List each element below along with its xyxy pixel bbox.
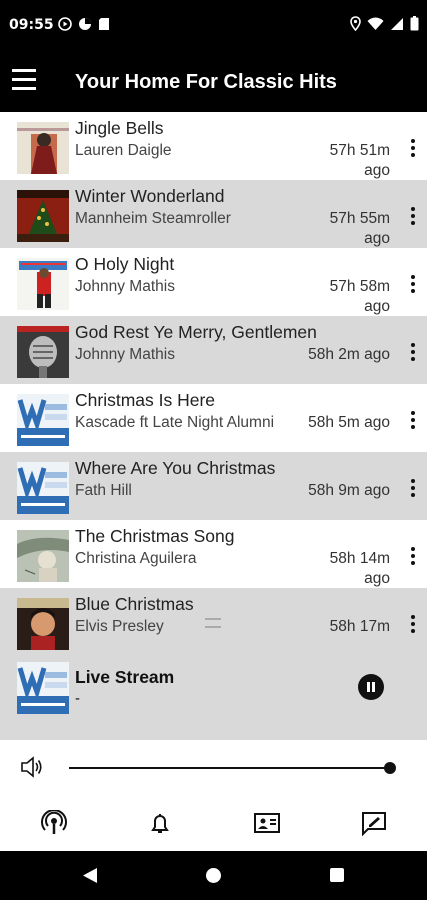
track-artist: Johnny Mathis bbox=[75, 278, 175, 295]
list-item[interactable]: The Christmas Song Christina Aguilera 58… bbox=[0, 520, 427, 588]
played-time: 58h 5m ago bbox=[308, 414, 390, 431]
list-item[interactable]: God Rest Ye Merry, Gentlemen Johnny Math… bbox=[0, 316, 427, 384]
app-bar: Your Home For Classic Hits bbox=[0, 52, 427, 112]
location-icon bbox=[350, 16, 361, 31]
track-title: Blue Christmas bbox=[75, 594, 194, 614]
more-options-icon[interactable] bbox=[410, 275, 416, 293]
track-title: Christmas Is Here bbox=[75, 390, 216, 410]
track-title: Winter Wonderland bbox=[75, 186, 225, 206]
volume-slider-track[interactable] bbox=[69, 767, 391, 769]
played-time: 58h 9m ago bbox=[308, 482, 390, 499]
list-item[interactable]: Jingle Bells Lauren Daigle 57h 51m ago bbox=[0, 112, 427, 180]
data-saver-icon bbox=[79, 18, 91, 30]
track-title: Where Are You Christmas bbox=[75, 458, 276, 478]
station-logo bbox=[17, 394, 69, 446]
home-icon[interactable] bbox=[206, 868, 221, 883]
album-art bbox=[17, 122, 69, 174]
status-bar: 09:55 bbox=[0, 0, 427, 52]
played-time: 57h 55m bbox=[329, 210, 390, 227]
track-artist: Johnny Mathis bbox=[75, 346, 175, 363]
bottom-navigation bbox=[0, 796, 427, 851]
played-time: 58h 14m bbox=[329, 550, 390, 567]
album-art bbox=[17, 258, 69, 310]
track-artist: Christina Aguilera bbox=[75, 550, 197, 567]
more-options-icon[interactable] bbox=[410, 139, 416, 157]
played-time: 58h 2m ago bbox=[308, 346, 390, 363]
recents-icon[interactable] bbox=[330, 868, 344, 882]
track-title: The Christmas Song bbox=[75, 526, 235, 546]
list-item[interactable]: Winter Wonderland Mannheim Steamroller 5… bbox=[0, 180, 427, 248]
more-options-icon[interactable] bbox=[410, 411, 416, 429]
sd-card-icon bbox=[99, 18, 109, 30]
system-navigation-bar bbox=[0, 851, 427, 900]
now-playing-subtitle: - bbox=[75, 690, 80, 707]
app-title: Your Home For Classic Hits bbox=[75, 71, 337, 93]
track-title: O Holy Night bbox=[75, 254, 175, 274]
more-options-icon[interactable] bbox=[410, 343, 416, 361]
battery-icon bbox=[410, 16, 419, 31]
back-icon[interactable] bbox=[82, 867, 98, 884]
more-options-icon[interactable] bbox=[410, 207, 416, 225]
recently-played-list: Jingle Bells Lauren Daigle 57h 51m ago W… bbox=[0, 112, 427, 656]
contact-card-icon[interactable] bbox=[253, 810, 281, 836]
list-item[interactable]: Where Are You Christmas Fath Hill 58h 9m… bbox=[0, 452, 427, 520]
volume-slider-thumb[interactable] bbox=[384, 762, 396, 774]
played-time: 57h 51m bbox=[329, 142, 390, 159]
menu-button[interactable] bbox=[12, 69, 36, 93]
album-art bbox=[17, 598, 69, 650]
station-logo bbox=[17, 462, 69, 514]
played-time-suffix: ago bbox=[364, 230, 390, 247]
volume-icon[interactable] bbox=[20, 756, 44, 778]
now-playing-bar[interactable]: Live Stream - bbox=[0, 652, 427, 740]
hamburger-icon bbox=[12, 69, 36, 72]
status-time: 09:55 bbox=[9, 17, 54, 33]
track-title: God Rest Ye Merry, Gentlemen bbox=[75, 322, 317, 342]
track-artist: Lauren Daigle bbox=[75, 142, 172, 159]
drag-handle-icon[interactable] bbox=[205, 618, 221, 628]
play-circle-icon bbox=[58, 17, 72, 31]
played-time-suffix: ago bbox=[364, 298, 390, 315]
volume-control bbox=[0, 740, 427, 796]
album-art bbox=[17, 190, 69, 242]
played-time: 57h 58m bbox=[329, 278, 390, 295]
album-art bbox=[17, 530, 69, 582]
track-artist: Mannheim Steamroller bbox=[75, 210, 231, 227]
cell-signal-icon bbox=[391, 17, 403, 30]
station-logo bbox=[17, 662, 69, 714]
list-item[interactable]: O Holy Night Johnny Mathis 57h 58m ago bbox=[0, 248, 427, 316]
track-artist: Fath Hill bbox=[75, 482, 132, 499]
list-item[interactable]: Christmas Is Here Kascade ft Late Night … bbox=[0, 384, 427, 452]
more-options-icon[interactable] bbox=[410, 547, 416, 565]
track-artist: Kascade ft Late Night Alumni bbox=[75, 414, 275, 431]
played-time: 58h 17m bbox=[329, 618, 390, 635]
album-art bbox=[17, 326, 69, 378]
played-time-suffix: ago bbox=[364, 162, 390, 179]
more-options-icon[interactable] bbox=[410, 615, 416, 633]
now-playing-title: Live Stream bbox=[75, 667, 175, 687]
more-options-icon[interactable] bbox=[410, 479, 416, 497]
podcast-icon[interactable] bbox=[40, 810, 68, 836]
list-item[interactable]: Blue Christmas Elvis Presley 58h 17m bbox=[0, 588, 427, 656]
played-time-suffix: ago bbox=[364, 570, 390, 587]
track-title: Jingle Bells bbox=[75, 118, 164, 138]
track-artist: Elvis Presley bbox=[75, 618, 164, 635]
pause-button[interactable] bbox=[358, 674, 384, 700]
wifi-icon bbox=[367, 17, 384, 30]
bell-icon[interactable] bbox=[146, 810, 174, 836]
chat-icon[interactable] bbox=[360, 810, 388, 836]
